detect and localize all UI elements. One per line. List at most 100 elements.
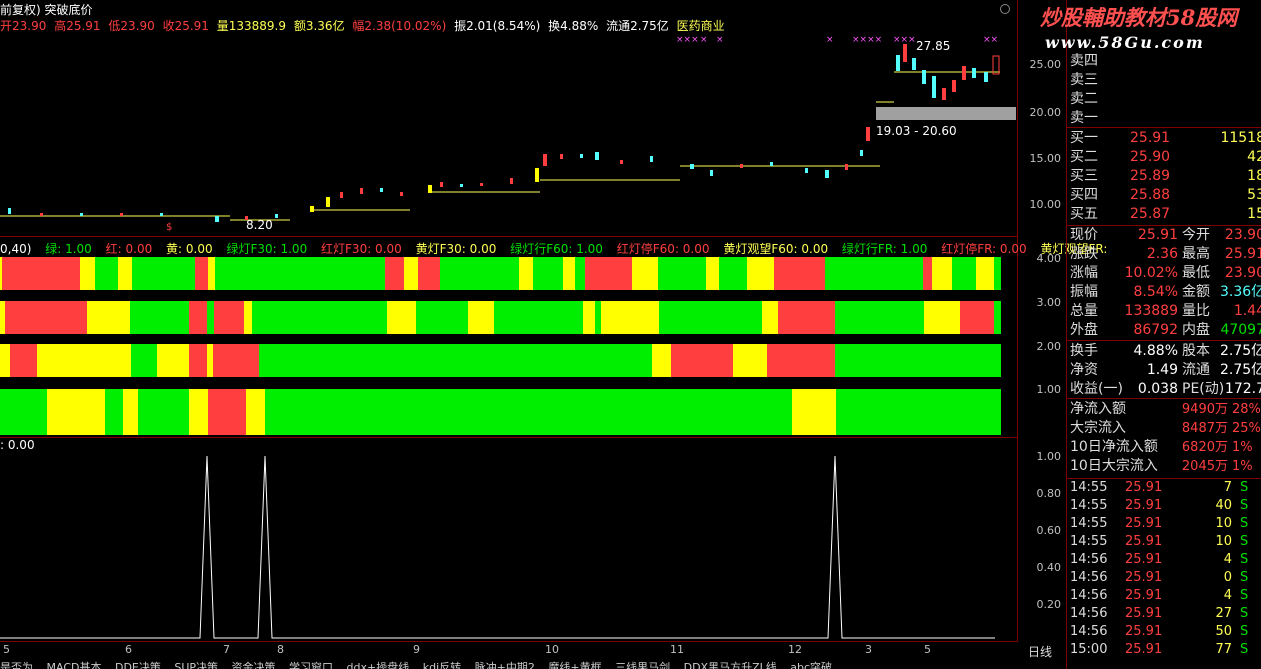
panel-divider bbox=[0, 641, 1017, 642]
tab[interactable]: DDX黑马方升ZL线 bbox=[684, 661, 777, 669]
tick-price: 25.91 bbox=[1125, 588, 1163, 603]
bid-price: 25.91 bbox=[1130, 130, 1171, 146]
signal-segment bbox=[583, 301, 595, 334]
oscillator-chart[interactable] bbox=[0, 440, 1017, 642]
tab[interactable]: 三线果马剑 bbox=[615, 661, 670, 669]
bid-label: 买二 bbox=[1070, 149, 1098, 165]
panel-divider bbox=[0, 437, 1017, 438]
signal-segment bbox=[671, 344, 733, 377]
quote-label: 总量 bbox=[1070, 303, 1098, 319]
bid-volume: 53 bbox=[1247, 187, 1261, 203]
svg-text:××××: ×××× bbox=[852, 35, 882, 45]
indicator-yellow: 黄: 0.00 bbox=[166, 242, 213, 256]
quote-label: 今开 bbox=[1182, 227, 1210, 243]
signal-segment bbox=[792, 389, 836, 435]
tick-row: 14:56 25.91 27 S bbox=[1070, 605, 1261, 623]
period-label[interactable]: 日线 bbox=[1028, 643, 1052, 660]
settings-icon[interactable] bbox=[1000, 4, 1010, 14]
signal-segment bbox=[952, 257, 976, 290]
signal-segment bbox=[494, 301, 583, 334]
indicator-axis-label: 1.00 bbox=[1036, 383, 1062, 396]
signal-segment bbox=[706, 257, 719, 290]
candles bbox=[8, 44, 1000, 222]
quote-label: 量比 bbox=[1182, 303, 1210, 319]
formula-tab-bar[interactable]: 是否为 MACD基本 DDE决策 SUP决策 资金决策 学习窗口 ddx+操盘线… bbox=[0, 659, 1017, 669]
signal-segment bbox=[774, 257, 825, 290]
tick-row: 14:56 25.91 4 S bbox=[1070, 587, 1261, 605]
indicator-f60-yellow: 黄灯观望F60: 0.00 bbox=[723, 242, 829, 256]
info-row: 收益(一) 0.038 PE(动) 172.7 bbox=[1070, 380, 1261, 399]
signal-segment bbox=[601, 301, 659, 334]
tab[interactable]: MACD基本 bbox=[47, 661, 102, 669]
svg-text:××: ×× bbox=[983, 35, 998, 45]
signal-segment bbox=[105, 389, 123, 435]
signal-segment bbox=[519, 257, 533, 290]
tab[interactable]: 脉冲+中期2 bbox=[475, 661, 535, 669]
signal-segment bbox=[10, 344, 37, 377]
tick-price: 25.91 bbox=[1125, 498, 1163, 513]
signal-segment bbox=[80, 257, 95, 290]
quote-label: 涨幅 bbox=[1070, 265, 1098, 281]
signal-segment bbox=[563, 257, 575, 290]
tab[interactable]: abc突破 bbox=[790, 661, 832, 669]
quote-row: 总量 133889 量比 1.44 bbox=[1070, 302, 1261, 321]
chart-title: 前复权) 突破底价 bbox=[0, 1, 93, 18]
tab[interactable]: 学习窗口 bbox=[289, 661, 333, 669]
candlestick-chart[interactable]: ××× × × × ×××× ××× ×× bbox=[0, 30, 1017, 235]
tick-row: 14:55 25.91 40 S bbox=[1070, 497, 1261, 515]
tab[interactable]: 资金决策 bbox=[232, 661, 276, 669]
range-annotation: 19.03 - 20.60 bbox=[876, 124, 957, 138]
quote-label: 现价 bbox=[1070, 227, 1098, 243]
signal-segment bbox=[208, 389, 246, 435]
quote-panel: 卖四 卖三 卖二 卖一 买一 25.91 11518 买二 25.90 42 买三 … bbox=[1066, 0, 1261, 669]
signal-bar-row-1 bbox=[0, 257, 1001, 290]
tick-time: 15:00 bbox=[1070, 642, 1108, 657]
flow-label: 10日净流入额 bbox=[1070, 439, 1158, 455]
tab[interactable]: SUP决策 bbox=[174, 661, 218, 669]
quote-label: 外盘 bbox=[1070, 322, 1098, 338]
quote-value: 2.36 bbox=[1146, 246, 1178, 262]
ask-label: 卖四 bbox=[1070, 53, 1098, 69]
tick-side: S bbox=[1240, 552, 1249, 567]
signal-segment bbox=[659, 301, 762, 334]
flow-value: 2045万 bbox=[1181, 459, 1228, 474]
signal-segment bbox=[468, 301, 494, 334]
info-value: 2.75亿 bbox=[1220, 362, 1261, 378]
tick-side: S bbox=[1240, 570, 1249, 585]
quote-value: 47097 bbox=[1220, 322, 1261, 338]
tick-row: 15:00 25.91 77 S bbox=[1070, 641, 1261, 659]
signal-segment bbox=[214, 301, 244, 334]
chart-area[interactable]: 前复权) 突破底价 开23.90 高25.91 低23.90 收25.91 量1… bbox=[0, 0, 1107, 656]
panel-divider bbox=[0, 236, 1017, 237]
signal-segment bbox=[123, 389, 138, 435]
flow-row: 10日大宗流入 2045万 1% bbox=[1070, 457, 1261, 476]
oscillator-axis-label: 0.60 bbox=[1036, 524, 1062, 537]
info-label: 股本 bbox=[1182, 343, 1210, 359]
tick-time: 14:56 bbox=[1070, 624, 1108, 639]
signal-segment bbox=[47, 389, 105, 435]
signal-segment bbox=[208, 257, 215, 290]
date-tick: 9 bbox=[413, 643, 420, 656]
flow-label: 净流入额 bbox=[1070, 401, 1126, 417]
signal-segment bbox=[189, 389, 208, 435]
signal-segment bbox=[157, 344, 189, 377]
tab[interactable]: DDE决策 bbox=[115, 661, 161, 669]
quote-value: 1.44 bbox=[1233, 303, 1261, 319]
tab[interactable]: 是否为 bbox=[0, 661, 33, 669]
high-annotation: 27.85 bbox=[916, 39, 951, 53]
date-tick: 11 bbox=[670, 643, 684, 656]
signal-segment bbox=[246, 389, 265, 435]
signal-segment bbox=[189, 301, 207, 334]
tab[interactable]: ddx+操盘线 bbox=[347, 661, 410, 669]
tick-side: S bbox=[1240, 498, 1249, 513]
tick-price: 25.91 bbox=[1125, 516, 1163, 531]
tick-row: 14:55 25.91 10 S bbox=[1070, 515, 1261, 533]
quote-value: 25.91 bbox=[1224, 246, 1261, 262]
signal-segment bbox=[836, 389, 1001, 435]
tab[interactable]: 魔线+黄框 bbox=[548, 661, 601, 669]
formula-title: 前复权) 突破底价 bbox=[0, 3, 93, 17]
quote-label: 金额 bbox=[1182, 284, 1210, 300]
tab[interactable]: kdj反转 bbox=[423, 661, 461, 669]
tick-volume: 4 bbox=[1223, 552, 1232, 567]
low-annotation: 8.20 bbox=[246, 218, 273, 232]
